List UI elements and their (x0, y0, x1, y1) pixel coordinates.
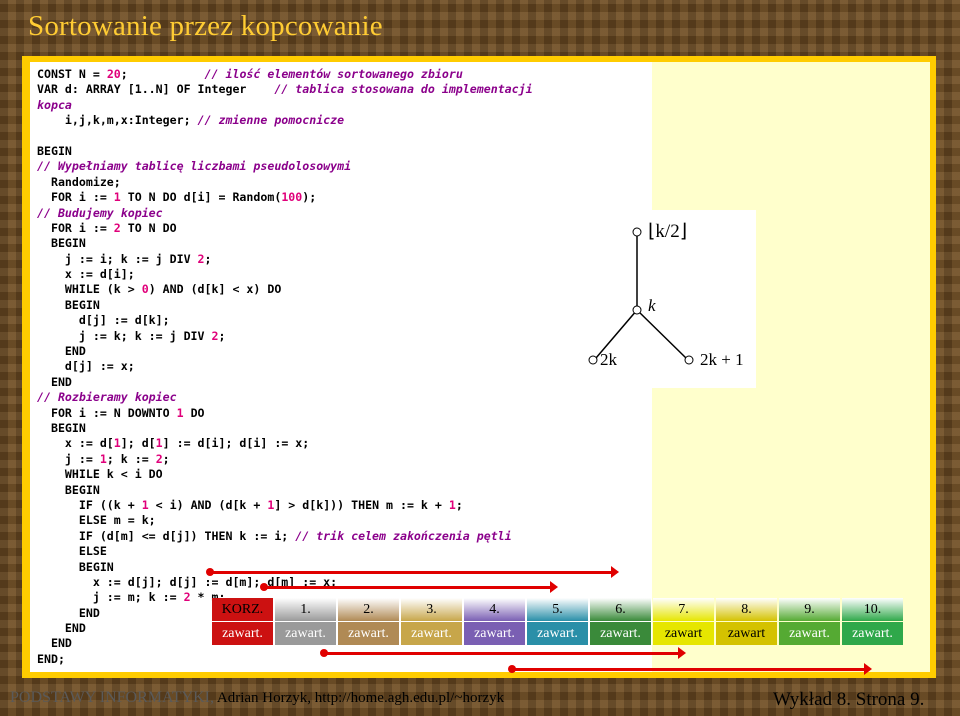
code-line: FOR i := N DOWNTO 1 DO (37, 405, 205, 420)
code-line: FOR i := 2 TO N DO (37, 220, 177, 235)
code-line: // Budujemy kopiec (37, 205, 163, 220)
swap-arrow-top-2 (206, 566, 619, 578)
table-header-cell: 7. (653, 598, 714, 621)
swap-arrow-bottom-2 (508, 663, 872, 675)
table-value-cell: zawart (716, 622, 777, 645)
pascal-code-listing: CONST N = 20; // ilość elementów sortowa… (37, 67, 533, 667)
swap-arrow-top-1 (260, 581, 558, 593)
code-line: j := i; k := j DIV 2; (37, 251, 212, 266)
left-child-label: 2k (600, 350, 617, 369)
table-header-cell: 6. (590, 598, 651, 621)
footer-author: Adrian Horzyk, http://home.agh.edu.pl/~h… (213, 690, 505, 706)
footer-course-name: PODSTAWY INFORMATYKI, (10, 689, 214, 706)
code-line: IF ((k + 1 < i) AND (d[k + 1] > d[k])) T… (37, 497, 463, 512)
code-line: BEGIN (37, 143, 72, 158)
table-value-cell: zawart. (212, 622, 273, 645)
table-header-cell: 2. (338, 598, 399, 621)
footer-page: Wykład 8. Strona 9. (773, 689, 925, 710)
swap-arrow-bottom-1 (320, 647, 686, 659)
code-line: WHILE k < i DO (37, 467, 163, 482)
code-line: IF (d[m] <= d[j]) THEN k := i; // trik c… (37, 528, 512, 543)
table-value-cell: zawart. (842, 622, 903, 645)
table-header-cell: KORZ. (212, 598, 273, 621)
code-line: VAR d: ARRAY [1..N] OF Integer // tablic… (37, 82, 533, 97)
code-line: i,j,k,m,x:Integer; // zmienne pomocnicze (37, 113, 345, 128)
parent-index-label: ⌊k/2⌋ (648, 221, 688, 242)
table-value-cell: zawart (653, 622, 714, 645)
table-value-cell: zawart. (401, 622, 462, 645)
code-line: END (37, 374, 72, 389)
table-value-cell: zawart. (590, 622, 651, 645)
code-line: x := d[1]; d[1] := d[i]; d[i] := x; (37, 436, 310, 451)
code-line: x := d[i]; (37, 267, 135, 282)
heap-index-diagram: ⌊k/2⌋ k 2k 2k + 1 (582, 210, 756, 388)
table-header-cell: 8. (716, 598, 777, 621)
code-line: BEGIN (37, 420, 86, 435)
table-value-cell: zawart. (338, 622, 399, 645)
code-line: CONST N = 20; // ilość elementów sortowa… (37, 67, 463, 81)
table-header-cell: 4. (464, 598, 525, 621)
right-child-label: 2k + 1 (700, 350, 744, 369)
footer-course: PODSTAWY INFORMATYKI, Adrian Horzyk, htt… (10, 689, 504, 707)
table-value-cell: zawart. (464, 622, 525, 645)
code-line: ELSE (37, 544, 107, 559)
table-header-cell: 5. (527, 598, 588, 621)
node-index-label: k (648, 296, 656, 315)
code-line: // Rozbieramy kopiec (37, 390, 177, 405)
table-header-cell: 9. (779, 598, 840, 621)
table-value-cell: zawart. (275, 622, 336, 645)
code-line: FOR i := 1 TO N DO d[i] = Random(100); (37, 190, 317, 205)
table-header-cell: 10. (842, 598, 903, 621)
code-line: j := k; k := j DIV 2; (37, 328, 226, 343)
table-header-cell: 1. (275, 598, 336, 621)
code-line: j := 1; k := 2; (37, 451, 170, 466)
code-line: BEGIN (37, 297, 100, 312)
code-line: BEGIN (37, 482, 100, 497)
code-line: BEGIN (37, 236, 86, 251)
page-title: Sortowanie przez kopcowanie (28, 10, 383, 42)
table-value-cell: zawart. (779, 622, 840, 645)
code-line: WHILE (k > 0) AND (d[k] < x) DO (37, 282, 282, 297)
code-line: Randomize; (37, 174, 121, 189)
code-line: // Wypełniamy tablicę liczbami pseudolos… (37, 159, 352, 174)
code-line: kopca (37, 97, 72, 112)
code-line: ELSE m = k; (37, 513, 156, 528)
code-line: END (37, 344, 86, 359)
code-line: d[j] := d[k]; (37, 313, 170, 328)
table-value-cell: zawart. (527, 622, 588, 645)
table-header-cell: 3. (401, 598, 462, 621)
code-line: d[j] := x; (37, 359, 135, 374)
